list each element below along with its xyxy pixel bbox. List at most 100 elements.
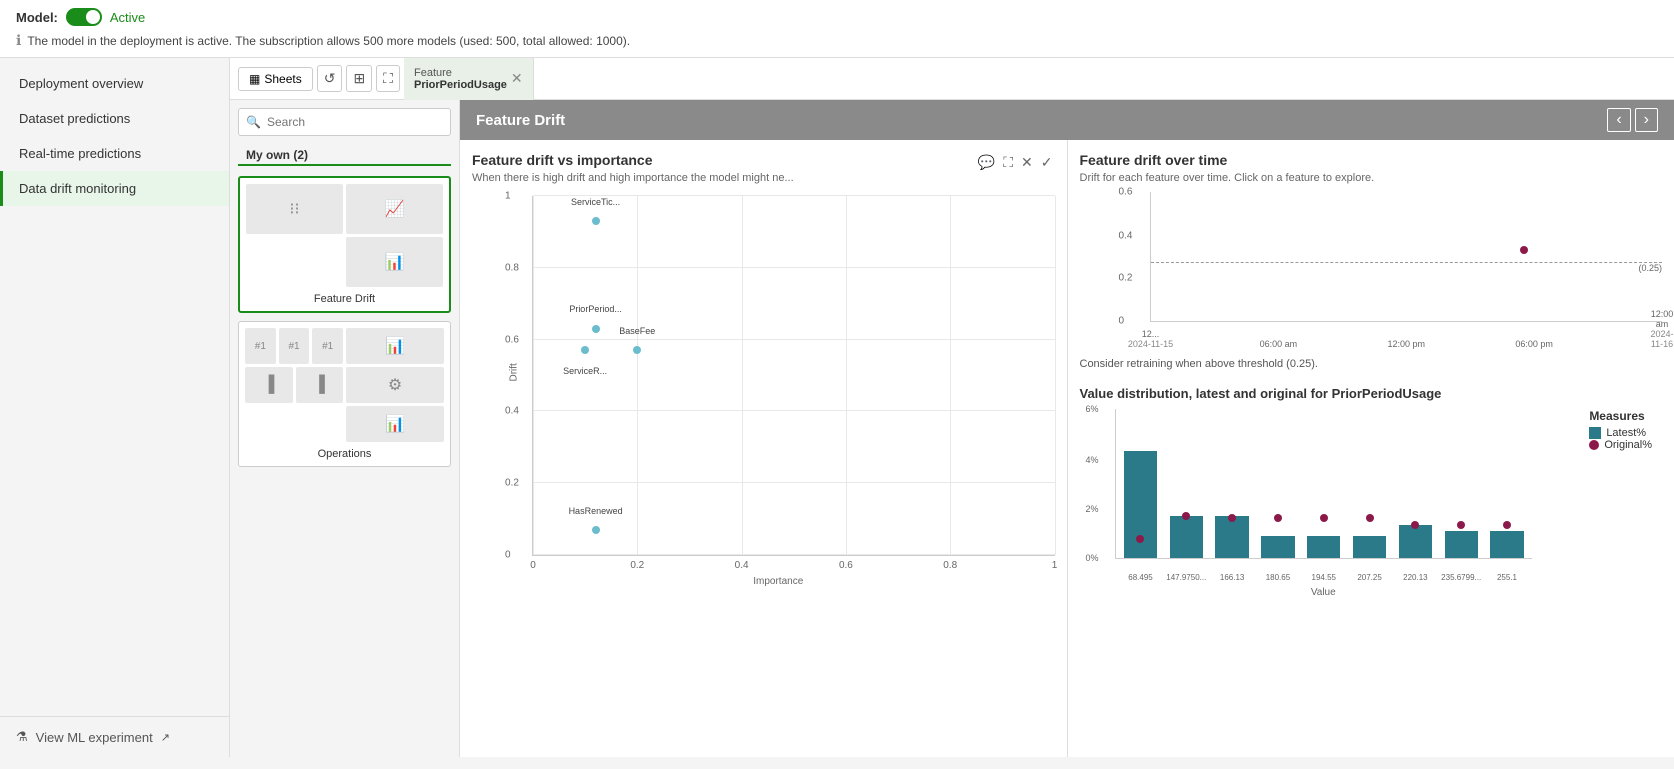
- sheet-card-feature-drift[interactable]: ⁝⁝ 📈 📊 Feature Drift: [238, 176, 451, 313]
- check-btn[interactable]: ✓: [1039, 152, 1055, 173]
- bar-legend: Measures Latest% Original%: [1589, 409, 1652, 451]
- grid-v-1: [533, 196, 534, 555]
- retrain-note: Consider retraining when above threshold…: [1080, 358, 1663, 370]
- active-label: Active: [110, 10, 145, 25]
- prev-nav-btn[interactable]: ‹: [1607, 108, 1630, 132]
- sheets-button[interactable]: ▦ Sheets: [238, 67, 313, 91]
- view-ml-experiment-link[interactable]: ⚗ View ML experiment ↗: [0, 716, 229, 757]
- time-y-04: 0.4: [1119, 230, 1133, 241]
- ops-mini-bar1: ▐: [245, 367, 293, 403]
- y-tick-02: 0.2: [505, 478, 519, 489]
- grid-v-5: [950, 196, 951, 555]
- top-bar: Model: Active ℹ The model in the deploym…: [0, 0, 1674, 58]
- grid-v-2: [637, 196, 638, 555]
- main-layout: Deployment overview Dataset predictions …: [0, 58, 1674, 757]
- legend-original-dot: [1589, 440, 1599, 450]
- bar-col-8: [1445, 531, 1478, 558]
- bar-dot-4: [1274, 514, 1282, 522]
- scatter-point-hasrenewed[interactable]: [592, 526, 600, 534]
- bar-dot-8: [1457, 521, 1465, 529]
- threshold-line: (0.25): [1151, 262, 1663, 263]
- panels-area: 🔍 My own (2) ⁝⁝ 📈: [230, 100, 1674, 757]
- scatter-chart-panel: Feature drift vs importance When there i…: [460, 140, 1068, 757]
- bar-x-5: 194.55: [1312, 573, 1336, 582]
- comment-btn[interactable]: 💬: [976, 152, 997, 173]
- scatter-label-priorperiod: PriorPeriod...: [569, 304, 622, 314]
- line-chart-icon: 📈: [385, 199, 405, 219]
- model-toggle[interactable]: [66, 8, 102, 26]
- time-y-02: 0.2: [1119, 273, 1133, 284]
- scatter-chart-title: Feature drift vs importance: [472, 152, 794, 168]
- tab-close-icon[interactable]: ✕: [511, 70, 523, 87]
- info-icon: ℹ: [16, 32, 21, 49]
- search-icon: 🔍: [246, 115, 261, 129]
- bar-dot-1: [1136, 535, 1144, 543]
- feature-tab[interactable]: Feature PriorPeriodUsage ✕: [404, 58, 534, 100]
- bar-chart-icon2: 📊: [385, 252, 405, 272]
- time-chart-title: Feature drift over time: [1080, 152, 1663, 168]
- info-text: The model in the deployment is active. T…: [27, 34, 630, 48]
- sheet-card-ops-grid: #1 #1 #1 ▐ ▐ 📊 ⚙ 📊: [245, 328, 444, 442]
- legend-latest: Latest%: [1589, 427, 1652, 439]
- tab-sublabel: PriorPeriodUsage: [414, 79, 507, 91]
- scatter-label-servicetic: ServiceTic...: [571, 197, 620, 207]
- time-chart-wrapper: 0 0.2 0.4 0.6 (0.25): [1115, 192, 1663, 322]
- sidebar-item-data-drift-monitoring[interactable]: Data drift monitoring: [0, 171, 229, 206]
- bar-y-4: 4%: [1086, 455, 1099, 465]
- sidebar-nav: Deployment overview Dataset predictions …: [0, 58, 229, 716]
- bar-dot-3: [1228, 514, 1236, 522]
- ops-mini-gear: ⚙: [346, 367, 444, 403]
- sidebar-item-dataset-predictions[interactable]: Dataset predictions: [0, 101, 229, 136]
- search-input[interactable]: [238, 108, 451, 136]
- grid-icon: ▦: [249, 72, 260, 86]
- scatter-point-servicer[interactable]: [581, 346, 589, 354]
- legend-latest-label: Latest%: [1606, 427, 1646, 439]
- time-chart-subtitle: Drift for each feature over time. Click …: [1080, 172, 1663, 184]
- fullscreen-icon-btn[interactable]: ⛶: [376, 65, 400, 92]
- bar-dot-5: [1320, 514, 1328, 522]
- bar-y-0: 0%: [1086, 553, 1099, 563]
- scatter-icon: ⁝⁝: [289, 199, 299, 219]
- sheet-mini-bar2: 📊: [346, 237, 443, 287]
- scatter-plot-area: Drift: [532, 196, 1055, 556]
- bar-chart-wrapper: Measures Latest% Original%: [1080, 409, 1663, 598]
- export-icon-btn[interactable]: ⊞: [346, 65, 372, 92]
- ops-mini-bar4: 📊: [346, 406, 444, 442]
- main-panel: Feature Drift ‹ › Feature drift vs impor…: [460, 100, 1674, 757]
- sidebar-item-deployment-overview[interactable]: Deployment overview: [0, 66, 229, 101]
- bar-x-8: 235.6799...: [1441, 573, 1481, 582]
- grid-v-6: [1055, 196, 1056, 555]
- time-data-point[interactable]: [1520, 246, 1528, 254]
- charts-container: Feature drift vs importance When there i…: [460, 140, 1674, 757]
- refresh-icon-btn[interactable]: ↺: [317, 65, 343, 92]
- info-bar: ℹ The model in the deployment is active.…: [16, 32, 1658, 49]
- flask-icon: ⚗: [16, 729, 28, 745]
- ops-mini-3: #1: [312, 328, 343, 364]
- x-axis-label: Importance: [502, 576, 1055, 587]
- threshold-label: (0.25): [1638, 263, 1662, 273]
- x-tick-06: 0.6: [839, 560, 853, 571]
- bar-col-2: [1170, 516, 1203, 558]
- time-x-3: 12:00 pm: [1387, 339, 1425, 349]
- time-chart-area: 0 0.2 0.4 0.6 (0.25): [1150, 192, 1663, 322]
- scatter-point-basefee[interactable]: [633, 346, 641, 354]
- scatter-label-servicer: ServiceR...: [563, 366, 607, 376]
- y-tick-06: 0.6: [505, 334, 519, 345]
- x-tick-10: 1: [1052, 560, 1058, 571]
- scatter-point-priorperiod[interactable]: [592, 325, 600, 333]
- close-chart-btn[interactable]: ✕: [1019, 152, 1035, 173]
- next-nav-btn[interactable]: ›: [1635, 108, 1658, 132]
- bar-chart-area: 0% 2% 4% 6% 68.495: [1115, 409, 1533, 559]
- scatter-point-servicetic[interactable]: [592, 217, 600, 225]
- sidebar-item-realtime-predictions[interactable]: Real-time predictions: [0, 136, 229, 171]
- grid-h-2: [533, 267, 1055, 268]
- y-axis-label: Drift: [509, 363, 520, 381]
- bar-dot-7: [1411, 521, 1419, 529]
- expand-btn[interactable]: ⛶: [1001, 152, 1015, 173]
- time-x-5: 12:00 am2024-11-16: [1650, 309, 1673, 349]
- legend-original-label: Original%: [1604, 439, 1652, 451]
- y-tick-08: 0.8: [505, 262, 519, 273]
- scatter-plot-wrapper: Drift: [502, 196, 1055, 587]
- sheet-card-operations[interactable]: #1 #1 #1 ▐ ▐ 📊 ⚙ 📊: [238, 321, 451, 467]
- bar-dot-6: [1366, 514, 1374, 522]
